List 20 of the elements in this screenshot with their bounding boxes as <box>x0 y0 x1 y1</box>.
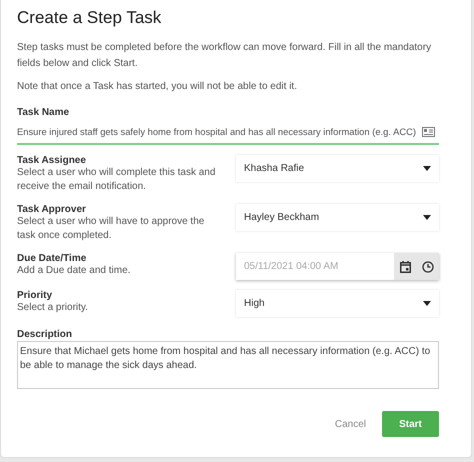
dropdown[interactable]: High <box>236 290 439 317</box>
field-label: Description <box>17 329 74 340</box>
field-hint: Select a user who will complete this task and receive the email notification. <box>17 166 216 194</box>
task-name-field[interactable]: Ensure injured staff gets safely home from hospital and has all necessary information (e.g. ACC) <box>17 120 439 145</box>
date-time-field[interactable]: 05/11/2021 04:00 AM <box>236 253 394 280</box>
field-label: Task Name <box>17 107 70 118</box>
cancel-button[interactable]: Cancel <box>330 414 370 434</box>
field-hint: Select a user who will have to approve the task once completed. <box>17 215 206 243</box>
description-field[interactable]: Ensure that Michael gets home from hospital and has all necessary information (e.g. ACC) to be able to manage the sick days ahead. <box>17 341 439 389</box>
intro-text: Step tasks must be completed before the workflow can move forward. Fill in all the mandatory fields below and click Start. <box>17 41 432 71</box>
field-label: Task Approver <box>17 204 87 215</box>
field-hint: Add a Due date and time. <box>17 264 132 278</box>
intro-text: Note that once a Task has started, you will not be able to edit it. <box>17 80 298 94</box>
field-label: Due Date/Time <box>17 253 88 264</box>
field-label: Priority <box>17 290 54 301</box>
field-label: Task Assignee <box>17 155 87 166</box>
dialog-title: Create a Step Task <box>17 8 162 28</box>
dropdown[interactable]: Khasha Rafie <box>236 155 439 182</box>
field-hint: Select a priority. <box>17 301 89 315</box>
dropdown[interactable]: Hayley Beckham <box>236 204 439 231</box>
